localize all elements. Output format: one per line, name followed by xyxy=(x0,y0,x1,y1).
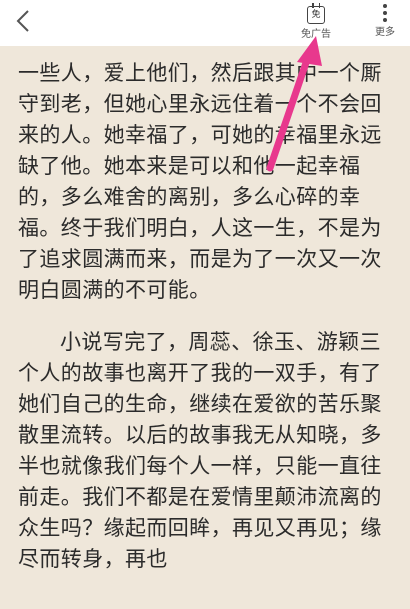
back-button[interactable] xyxy=(8,6,38,36)
paragraph-2: 小说写完了，周蕊、徐玉、游颖三个人的故事也离开了我的一双手，有了她们自己的生命，… xyxy=(18,330,382,571)
more-vertical-icon xyxy=(383,4,387,22)
more-label: 更多 xyxy=(375,27,395,38)
paragraph-1: 一些人，爱上他们，然后跟其中一个厮守到老，但她心里永远住着一个不会回来的人。她幸… xyxy=(18,61,382,302)
no-ads-button[interactable]: 免 免广告 xyxy=(294,2,338,44)
no-ads-icon: 免 xyxy=(307,3,325,24)
more-button[interactable]: 更多 xyxy=(363,2,407,44)
reader-toolbar: 免 免广告 更多 xyxy=(0,0,410,46)
no-ads-label: 免广告 xyxy=(301,29,331,40)
reader-content[interactable]: 一些人，爱上他们，然后跟其中一个厮守到老，但她心里永远住着一个不会回来的人。她幸… xyxy=(18,58,396,575)
chevron-left-icon xyxy=(16,10,29,32)
no-ads-icon-text: 免 xyxy=(311,9,321,20)
